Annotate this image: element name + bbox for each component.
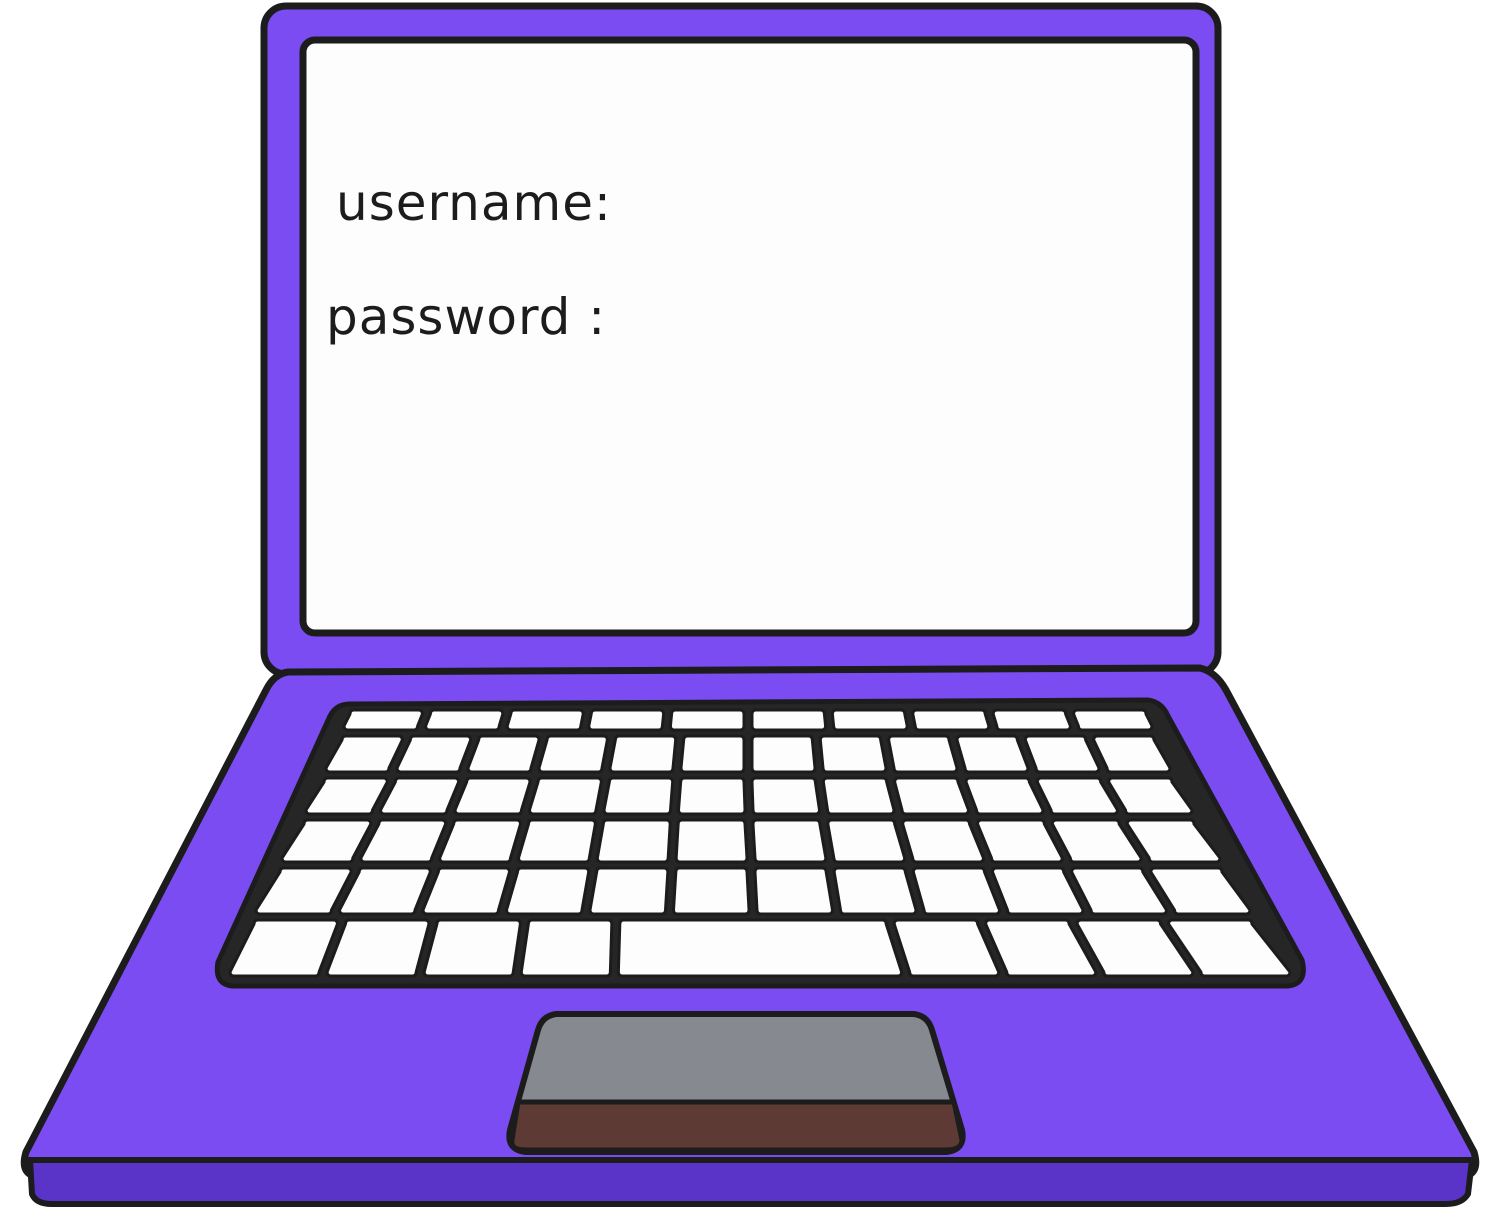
keyboard-key[interactable] — [991, 708, 1072, 732]
keyboard-key[interactable] — [887, 734, 959, 774]
keyboard-key[interactable] — [830, 708, 909, 732]
keyboard-key[interactable] — [821, 776, 896, 816]
keyboard-key[interactable] — [504, 866, 591, 916]
keyboard-key[interactable] — [587, 708, 666, 732]
laptop-icon — [20, 2, 1480, 1207]
keyboard-key[interactable] — [608, 734, 678, 774]
keyboard-key[interactable] — [750, 708, 828, 732]
keyboard-key[interactable] — [516, 818, 597, 864]
keyboard-key[interactable] — [676, 776, 747, 816]
keyboard-key[interactable] — [671, 866, 751, 916]
keyboard-key[interactable] — [668, 708, 746, 732]
keyboard-key[interactable] — [595, 818, 672, 864]
keyboard-key[interactable] — [911, 866, 1002, 916]
laptop-front-edge — [26, 1157, 1476, 1207]
keyboard-key[interactable] — [753, 866, 835, 916]
spacebar-key[interactable] — [616, 918, 904, 978]
keyboard-key[interactable] — [395, 734, 473, 774]
keyboard-key[interactable] — [674, 818, 749, 864]
keyboard-key[interactable] — [826, 818, 907, 864]
keyboard-key[interactable] — [325, 918, 431, 978]
keyboard-key[interactable] — [588, 866, 670, 916]
keyboard-key[interactable] — [818, 734, 888, 774]
touchpad-front — [509, 1099, 965, 1153]
keyboard-key[interactable] — [466, 734, 541, 774]
keyboard-key[interactable] — [421, 866, 512, 916]
keyboard-key[interactable] — [832, 866, 918, 916]
keyboard-key[interactable] — [527, 776, 603, 816]
keyboard-key[interactable] — [505, 708, 585, 732]
keyboard-key[interactable] — [911, 708, 991, 732]
keyboard-key[interactable] — [453, 776, 532, 816]
keyboard-key[interactable] — [751, 818, 828, 864]
keyboard-key[interactable] — [537, 734, 609, 774]
keyboard-keys — [228, 708, 1292, 978]
keyboard-key[interactable] — [602, 776, 675, 816]
keyboard-key[interactable] — [964, 776, 1045, 816]
keyboard-key[interactable] — [422, 918, 522, 978]
keyboard-key[interactable] — [750, 734, 817, 774]
laptop-drawing: username: password : — [0, 0, 1500, 1212]
keyboard-key[interactable] — [519, 918, 614, 978]
keyboard-key[interactable] — [893, 776, 971, 816]
keyboard-key[interactable] — [1023, 734, 1101, 774]
username-label: username: — [336, 174, 612, 232]
keyboard-key[interactable] — [679, 734, 746, 774]
password-label: password : — [326, 288, 607, 346]
keyboard-key[interactable] — [342, 708, 424, 732]
keyboard-key[interactable] — [1072, 708, 1154, 732]
keyboard-key[interactable] — [901, 818, 986, 864]
keyboard-key[interactable] — [438, 818, 523, 864]
keyboard-key[interactable] — [750, 776, 822, 816]
keyboard-key[interactable] — [955, 734, 1030, 774]
keyboard-key[interactable] — [424, 708, 505, 732]
